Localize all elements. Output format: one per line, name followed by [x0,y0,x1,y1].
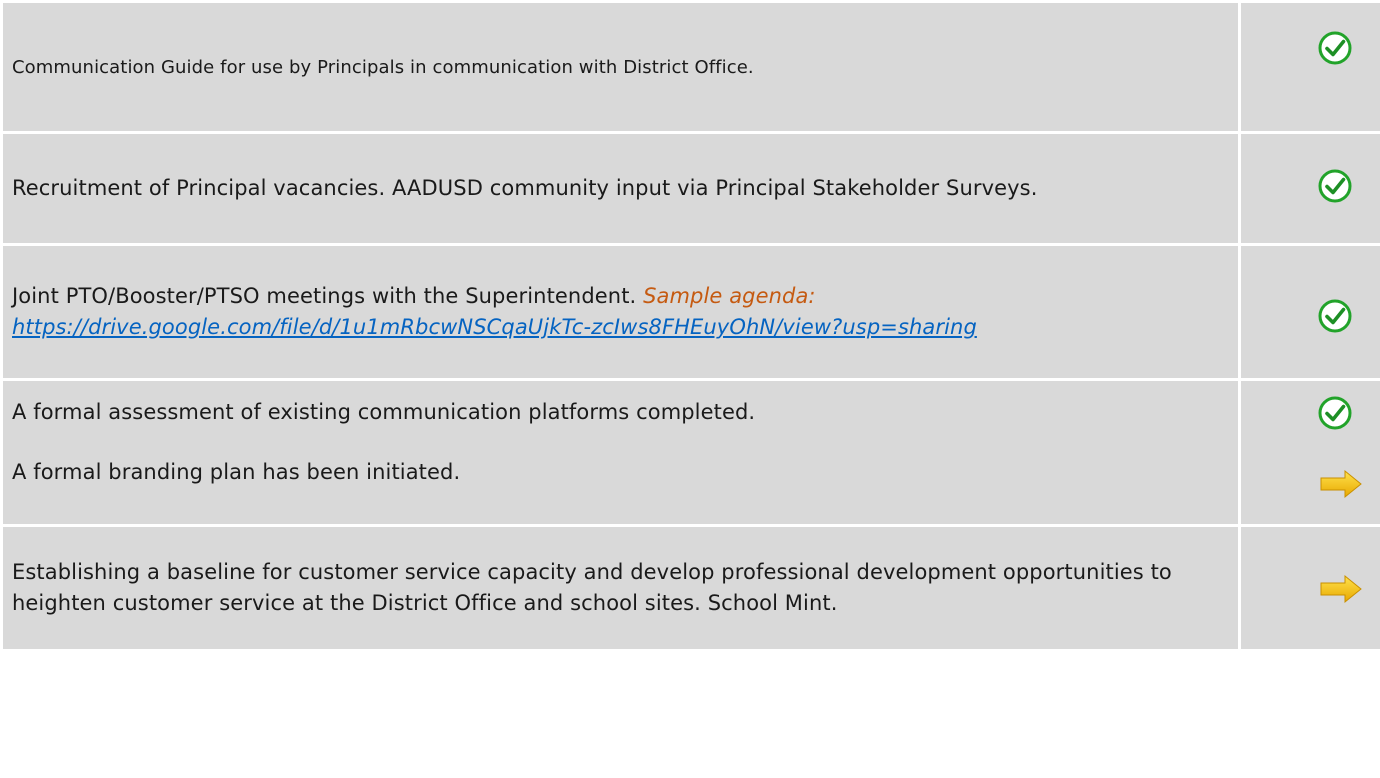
row-status [1238,243,1380,381]
row-status [1238,524,1380,652]
check-icon [1318,396,1352,430]
table-row: Establishing a baseline for customer ser… [0,524,1380,652]
row-status [1238,378,1380,527]
table-row: Communication Guide for use by Principal… [0,0,1380,134]
sample-agenda-label: Sample agenda: [643,284,816,308]
row-text: Recruitment of Principal vacancies. AADU… [12,176,1038,200]
row-status [1238,0,1380,134]
table-row: Joint PTO/Booster/PTSO meetings with the… [0,243,1380,381]
row-description: A formal assessment of existing communic… [0,378,1241,527]
row-status [1238,131,1380,246]
row-text: Communication Guide for use by Principal… [12,56,754,78]
check-icon [1318,299,1352,333]
row-description: Recruitment of Principal vacancies. AADU… [0,131,1241,246]
row-text: A formal assessment of existing communic… [12,400,756,424]
row-text-secondary: A formal branding plan has been initiate… [12,460,461,484]
table-row: A formal assessment of existing communic… [0,378,1380,527]
sample-agenda-link[interactable]: https://drive.google.com/file/d/1u1mRbcw… [12,315,977,339]
row-description: Communication Guide for use by Principal… [0,0,1241,134]
table-row: Recruitment of Principal vacancies. AADU… [0,131,1380,246]
check-icon [1318,31,1352,65]
status-table: Communication Guide for use by Principal… [0,0,1380,652]
row-text: Establishing a baseline for customer ser… [12,560,1172,615]
row-description: Establishing a baseline for customer ser… [0,524,1241,652]
row-description: Joint PTO/Booster/PTSO meetings with the… [0,243,1241,381]
check-icon [1318,169,1352,203]
arrow-right-icon [1320,469,1362,499]
arrow-right-icon [1320,574,1362,604]
row-text: Joint PTO/Booster/PTSO meetings with the… [12,284,644,308]
